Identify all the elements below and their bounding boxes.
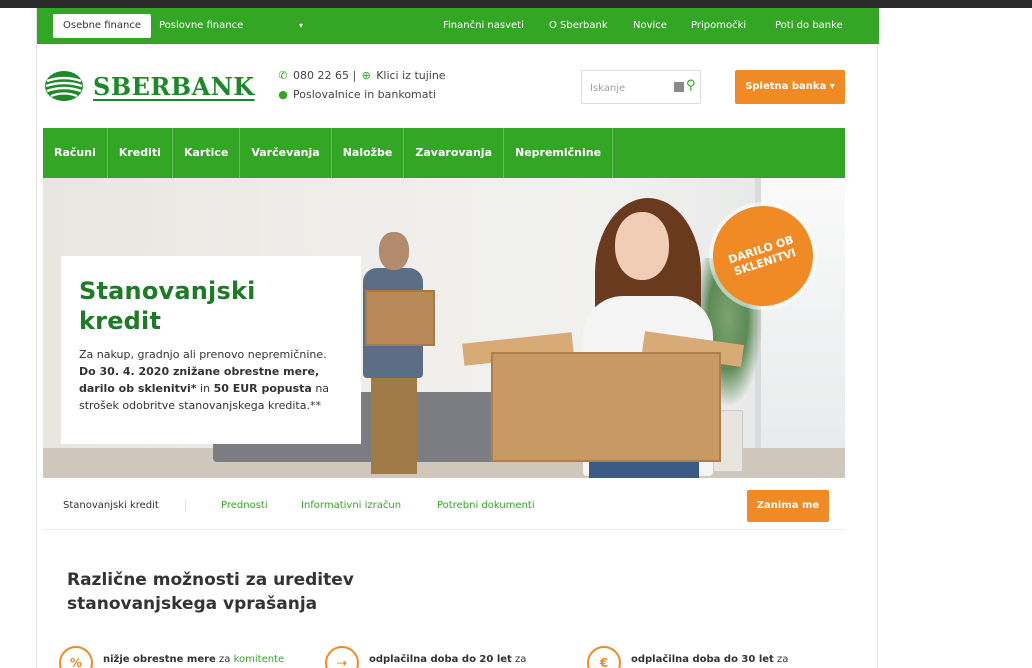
branches-link[interactable]: Poslovalnice in bankomati [293, 85, 436, 104]
link-directions[interactable]: Poti do banke [775, 14, 843, 38]
calls-from-abroad-link[interactable]: Klici iz tujine [376, 66, 445, 85]
feature-item: ⇢ odplačilna doba do 20 let za [325, 646, 526, 668]
promo-card: Stanovanjski kredit Za nakup, gradnjo al… [61, 256, 361, 444]
sub-nav: Stanovanjski kredit Prednosti Informativ… [43, 482, 845, 530]
promo-text-bold-2: 50 EUR popusta [213, 382, 312, 395]
feature-text: za [773, 654, 789, 665]
link-news[interactable]: Novice [633, 14, 667, 38]
top-bar: Osebne finance Poslovne finance ▾ Finanč… [37, 8, 879, 44]
contact-info: ✆ 080 22 65 | ⊕ Klici iz tujine ● Poslov… [277, 66, 445, 104]
feature-text: za [511, 654, 527, 665]
tab-personal-finance[interactable]: Osebne finance [53, 14, 152, 38]
search-box: ⚲ [581, 70, 701, 104]
gift-badge-text: DARILO OB SKLENITVI [726, 233, 798, 279]
section-title: Različne možnosti za ureditev stanovanjs… [67, 570, 354, 614]
promo-title: Stanovanjski kredit [79, 277, 256, 335]
feature-bold: odplačilna doba do 30 let [631, 654, 774, 665]
hero-man-legs [371, 374, 417, 474]
logo[interactable]: SBERBANK [43, 66, 255, 106]
link-financial-advice[interactable]: Finančni nasveti [443, 14, 524, 38]
hero-man-box [365, 290, 435, 346]
sberbank-logo-icon [45, 71, 83, 101]
page: Osebne finance Poslovne finance ▾ Finanč… [36, 8, 879, 668]
window-top-edge [0, 0, 1032, 8]
link-tools[interactable]: Pripomočki [691, 14, 746, 38]
hero-woman-face [615, 212, 669, 280]
subnav-divider [185, 500, 186, 512]
hero-banner[interactable]: DARILO OB SKLENITVI Stanovanjski kredit … [43, 178, 845, 478]
nav-real-estate[interactable]: Nepremičnine [504, 128, 614, 178]
repayment-20-icon: ⇢ [325, 646, 359, 668]
feature-bold: nižje obrestne mere [103, 654, 216, 665]
nav-cards[interactable]: Kartice [173, 128, 241, 178]
subnav-documents[interactable]: Potrebni dokumenti [437, 482, 535, 530]
nav-insurance[interactable]: Zavarovanja [404, 128, 504, 178]
online-bank-button[interactable]: Spletna banka ▾ [735, 70, 845, 104]
hero-box [491, 352, 721, 462]
link-about-sberbank[interactable]: O Sberbank [549, 14, 608, 38]
feature-item: % nižje obrestne mere za komitente [59, 646, 284, 668]
main-nav: Računi Krediti Kartice Varčevanja Naložb… [43, 128, 845, 178]
promo-text: Za nakup, gradnjo ali prenovo nepremični… [79, 346, 343, 414]
nav-savings[interactable]: Varčevanja [240, 128, 332, 178]
chevron-down-icon[interactable]: ▾ [299, 14, 303, 38]
subnav-advantages[interactable]: Prednosti [221, 482, 268, 530]
feature-bold: odplačilna doba do 20 let [369, 654, 512, 665]
nav-investments[interactable]: Naložbe [332, 128, 405, 178]
phone-icon: ✆ [278, 69, 288, 82]
subnav-calculation[interactable]: Informativni izračun [301, 482, 401, 530]
nav-accounts[interactable]: Računi [43, 128, 108, 178]
location-pin-icon: ● [278, 88, 288, 101]
feature-text: za [215, 654, 234, 665]
search-icon[interactable]: ⚲ [686, 78, 696, 93]
search-input[interactable] [590, 78, 660, 98]
promo-text-part-1: Za nakup, gradnjo ali prenovo nepremični… [79, 348, 327, 361]
globe-icon: ⊕ [361, 69, 371, 82]
interested-button[interactable]: Zanima me [747, 490, 829, 522]
repayment-30-icon: € [587, 646, 621, 668]
nav-loans[interactable]: Krediti [108, 128, 173, 178]
calculator-icon[interactable] [674, 82, 684, 92]
hero-man-head [379, 232, 409, 270]
interest-rate-icon: % [59, 646, 93, 668]
tab-business-finance[interactable]: Poslovne finance [149, 14, 253, 38]
phone-number[interactable]: 080 22 65 | [293, 66, 356, 85]
subnav-current: Stanovanjski kredit [63, 500, 159, 511]
feature-link-clients[interactable]: komitente [234, 654, 285, 665]
promo-text-part-2: in [196, 382, 214, 395]
logo-text: SBERBANK [93, 71, 255, 101]
feature-item: € odplačilna doba do 30 let za [587, 646, 788, 668]
